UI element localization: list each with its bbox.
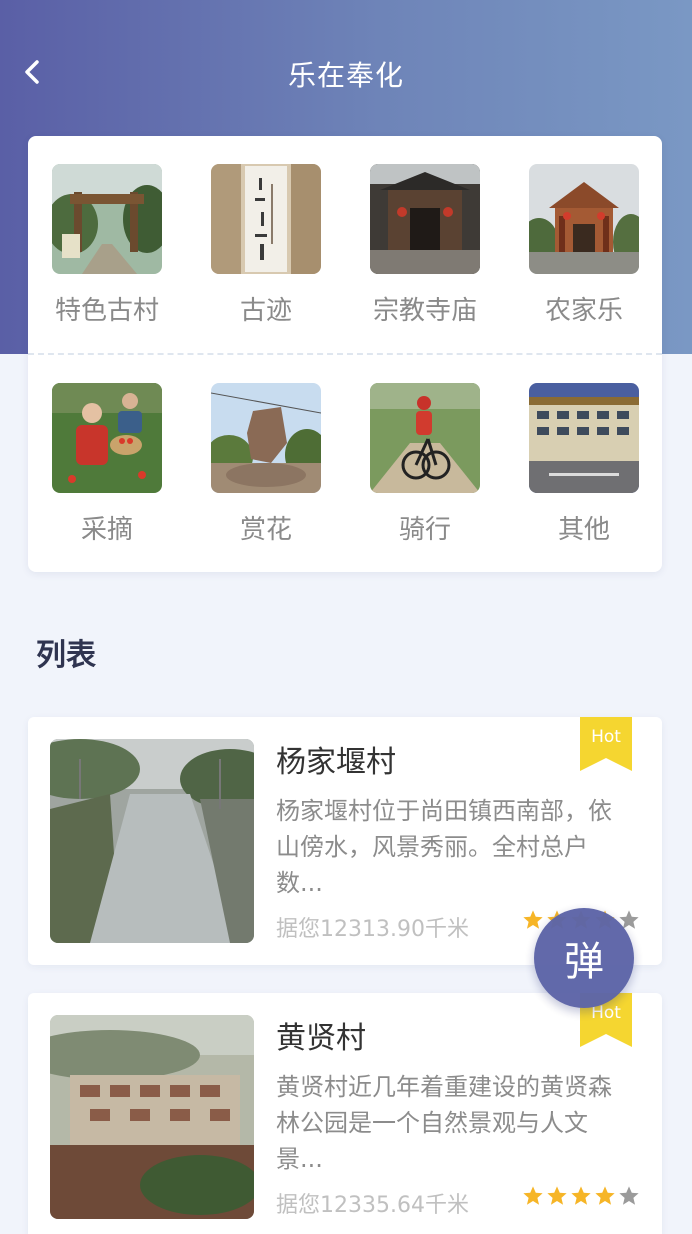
cycling-photo xyxy=(370,383,480,493)
star-empty-icon xyxy=(619,1186,639,1205)
category-relics[interactable]: 古迹 xyxy=(196,164,336,344)
star-filled-icon xyxy=(595,1186,615,1205)
item-name: 黄贤村 xyxy=(276,1021,366,1056)
building-photo xyxy=(529,383,639,493)
calligraphy-photo xyxy=(211,164,321,274)
rating-stars xyxy=(522,1185,640,1207)
category-farmhouse[interactable]: 农家乐 xyxy=(514,164,654,344)
river-village-photo xyxy=(50,739,254,943)
grid-divider xyxy=(28,353,662,355)
list-item[interactable]: 黄贤村 黄贤村近几年着重建设的黄贤森林公园是一个自然景观与人文景... 据您12… xyxy=(28,993,662,1234)
page-title: 乐在奉化 xyxy=(287,59,404,92)
category-cycling[interactable]: 骑行 xyxy=(355,383,495,563)
item-name: 杨家堰村 xyxy=(276,745,396,780)
temple-photo xyxy=(370,164,480,274)
village-aerial-photo xyxy=(50,1015,254,1219)
hot-badge: Hot xyxy=(580,717,632,771)
item-distance: 据您12313.90千米 xyxy=(276,917,469,942)
floating-action-button[interactable]: 弹 xyxy=(534,908,634,1008)
category-grid: 特色古村 古迹 宗教寺庙 农家乐 采摘 赏花 骑行 其他 xyxy=(28,136,662,572)
village-gate-photo xyxy=(52,164,162,274)
star-filled-icon xyxy=(523,910,543,929)
star-filled-icon xyxy=(523,1186,543,1205)
category-picking[interactable]: 采摘 xyxy=(37,383,177,563)
category-label: 农家乐 xyxy=(544,296,623,326)
category-temple[interactable]: 宗教寺庙 xyxy=(355,164,495,344)
category-label: 赏花 xyxy=(239,515,292,545)
nav-bar: 乐在奉化 xyxy=(0,0,692,130)
category-label: 采摘 xyxy=(80,515,133,545)
star-filled-icon xyxy=(547,1186,567,1205)
picking-photo xyxy=(52,383,162,493)
category-other[interactable]: 其他 xyxy=(514,383,654,563)
category-label: 特色古村 xyxy=(54,296,159,326)
category-label: 古迹 xyxy=(239,296,292,326)
item-distance: 据您12335.64千米 xyxy=(276,1193,469,1218)
category-label: 骑行 xyxy=(398,515,451,545)
item-description: 黄贤村近几年着重建设的黄贤森林公园是一个自然景观与人文景... xyxy=(276,1073,612,1173)
category-flowers[interactable]: 赏花 xyxy=(196,383,336,563)
category-label: 其他 xyxy=(557,515,610,545)
category-ancient-village[interactable]: 特色古村 xyxy=(37,164,177,344)
farmhouse-photo xyxy=(529,164,639,274)
star-filled-icon xyxy=(571,1186,591,1205)
item-description: 杨家堰村位于尚田镇西南部，依山傍水，风景秀丽。全村总户数... xyxy=(276,797,612,897)
list-section-title: 列表 xyxy=(36,638,96,673)
page: 乐在奉化 特色古村 古迹 宗教寺庙 农家乐 采摘 赏花 骑行 其他 列表 杨家堰… xyxy=(0,0,692,1234)
flower-rock-photo xyxy=(211,383,321,493)
category-label: 宗教寺庙 xyxy=(372,296,477,326)
